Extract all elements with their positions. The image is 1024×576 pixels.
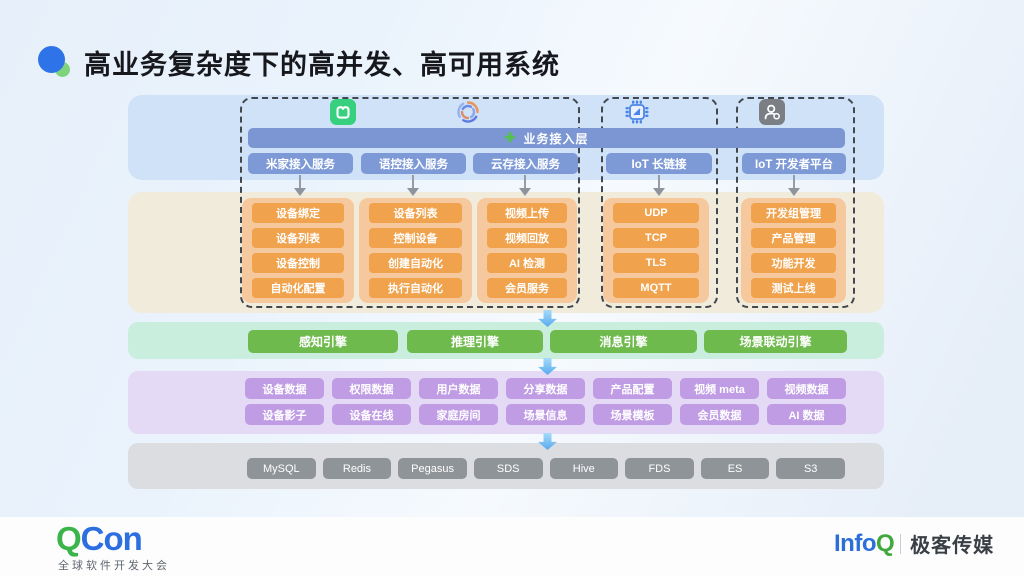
connector-arrow-icon [519,175,531,197]
bullet-icon [38,46,72,78]
storage-item: S3 [776,458,845,479]
capability-item: AI 检测 [487,253,567,273]
service-iot-devplat: IoT 开发者平台 [742,153,846,174]
capability-item: 自动化配置 [252,278,344,298]
capability-item: TCP [613,228,699,248]
data-item: 设备在线 [332,404,411,425]
storage-item: Pegasus [398,458,467,479]
storage-item: MySQL [247,458,316,479]
plus-icon: ✚ [505,130,517,146]
group-cloud-capabilities: 视频上传 视频回放 AI 检测 会员服务 [477,198,577,303]
engine-inference: 推理引擎 [407,330,543,353]
capability-item: 会员服务 [487,278,567,298]
data-item: 分享数据 [506,378,585,399]
capability-item: 设备控制 [252,253,344,273]
capability-item: 产品管理 [751,228,836,248]
data-item: 设备数据 [245,378,324,399]
data-item: 会员数据 [680,404,759,425]
capability-item: 开发组管理 [751,203,836,223]
service-iot-longlink: IoT 长链接 [606,153,712,174]
page-title: 高业务复杂度下的高并发、高可用系统 [84,43,560,82]
data-item: 权限数据 [332,378,411,399]
service-mijia-access: 米家接入服务 [248,153,353,174]
divider [900,534,901,554]
group-developer-capabilities: 开发组管理 产品管理 功能开发 测试上线 [741,198,846,303]
storage-row: MySQL Redis Pegasus SDS Hive FDS ES S3 [247,458,845,479]
capability-item: TLS [613,253,699,273]
capability-item: 测试上线 [751,278,836,298]
storage-item: Hive [550,458,619,479]
iot-chip-icon [624,99,650,125]
connector-arrow-icon [407,175,419,197]
storage-item: Redis [323,458,392,479]
connector-arrow-icon [788,175,800,197]
data-item: 产品配置 [593,378,672,399]
data-item: 场景信息 [506,404,585,425]
mijia-app-icon [330,99,356,125]
connector-arrow-icon [653,175,665,197]
data-item: 设备影子 [245,404,324,425]
data-item: 视频 meta [680,378,759,399]
capability-item: 视频上传 [487,203,567,223]
storage-item: FDS [625,458,694,479]
group-mijia-capabilities: 设备绑定 设备列表 设备控制 自动化配置 [242,198,354,303]
capability-item: UDP [613,203,699,223]
data-item: AI 数据 [767,404,846,425]
capability-item: 设备列表 [252,228,344,248]
capability-item: 功能开发 [751,253,836,273]
infoq-logo: InfoQ 极客传媒 [834,529,994,558]
slide: 高业务复杂度下的高并发、高可用系统 [0,0,1024,576]
service-cloud-access: 云存接入服务 [473,153,578,174]
data-item: 视频数据 [767,378,846,399]
data-item: 家庭房间 [419,404,498,425]
data-item: 用户数据 [419,378,498,399]
group-voice-capabilities: 设备列表 控制设备 创建自动化 执行自动化 [359,198,472,303]
qcon-subtitle: 全球软件开发大会 [58,557,170,573]
service-voice-access: 语控接入服务 [361,153,466,174]
title-row: 高业务复杂度下的高并发、高可用系统 [38,44,560,80]
engine-scene: 场景联动引擎 [704,330,847,353]
capability-item: 执行自动化 [369,278,462,298]
capability-item: 控制设备 [369,228,462,248]
capability-item: MQTT [613,278,699,298]
footer: QCon 全球软件开发大会 InfoQ 极客传媒 [0,517,1024,576]
capability-item: 视频回放 [487,228,567,248]
capability-item: 创建自动化 [369,253,462,273]
qcon-logo: QCon [56,520,142,558]
capability-item: 设备绑定 [252,203,344,223]
group-protocols: UDP TCP TLS MQTT [603,198,709,303]
voice-assistant-icon [455,99,481,125]
engine-perception: 感知引擎 [248,330,398,353]
infoq-media-label: 极客传媒 [910,529,994,558]
storage-item: SDS [474,458,543,479]
business-access-bar: ✚ 业务接入层 [248,128,845,148]
access-bar-label: 业务接入层 [523,130,588,147]
connector-arrow-icon [294,175,306,197]
developer-platform-icon [759,99,785,125]
data-row-2: 设备影子 设备在线 家庭房间 场景信息 场景模板 会员数据 AI 数据 [245,404,846,425]
storage-item: ES [701,458,770,479]
data-row-1: 设备数据 权限数据 用户数据 分享数据 产品配置 视频 meta 视频数据 [245,378,846,399]
data-item: 场景模板 [593,404,672,425]
engine-message: 消息引擎 [550,330,697,353]
capability-item: 设备列表 [369,203,462,223]
